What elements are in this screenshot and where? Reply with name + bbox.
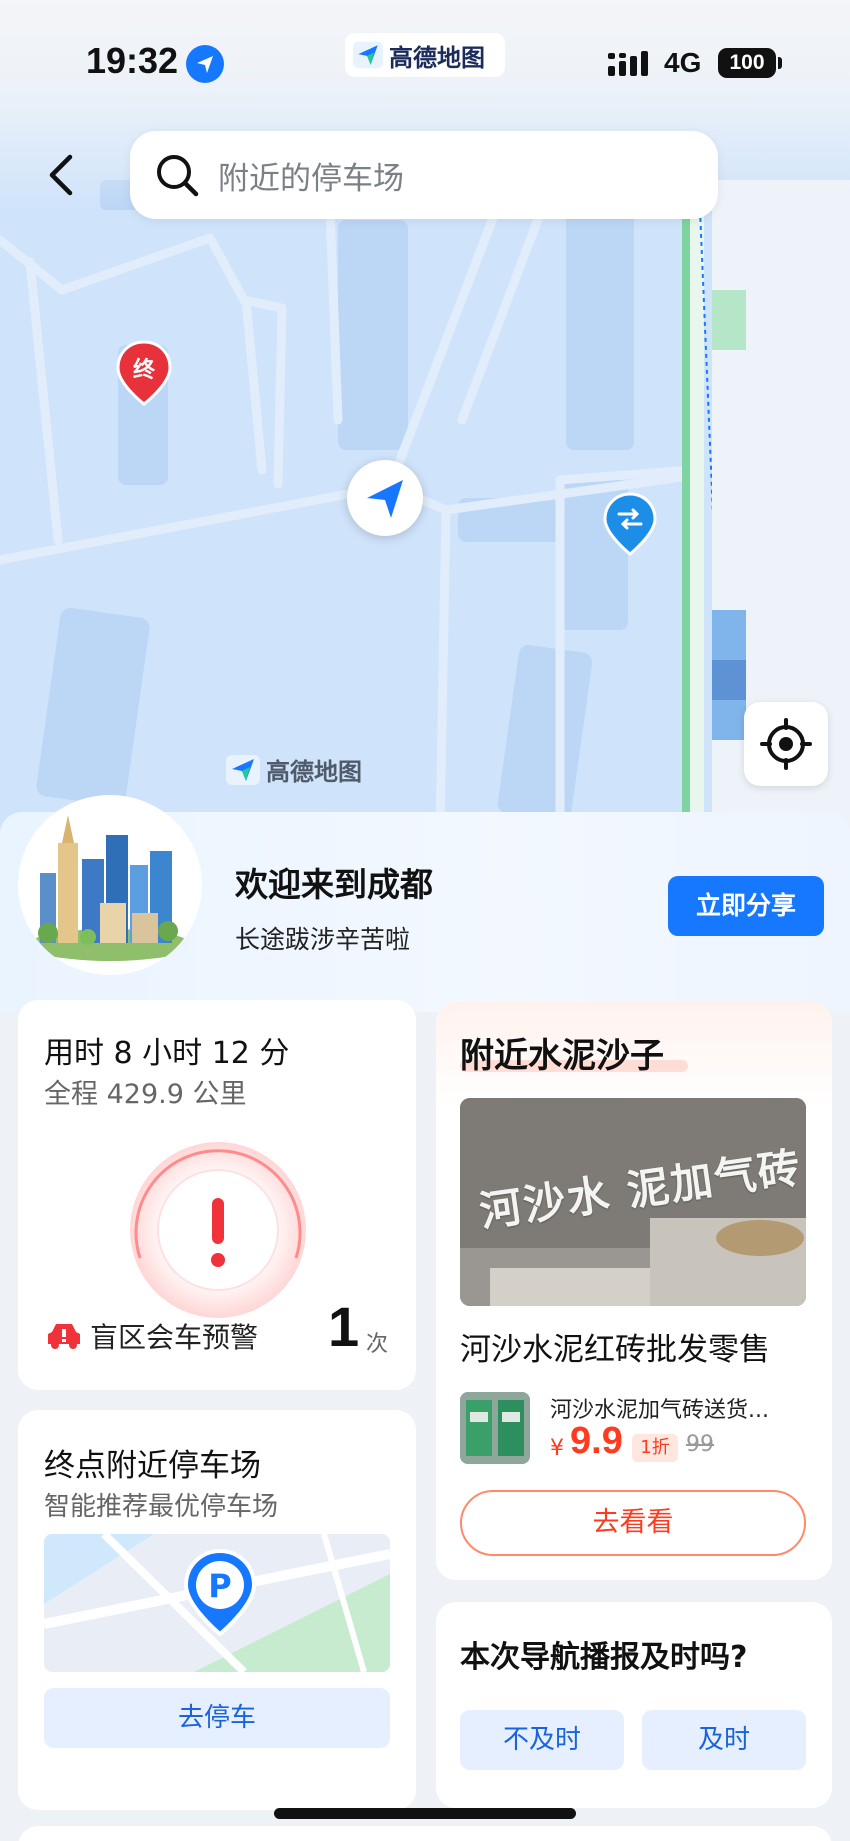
search-input[interactable]: 附近的停车场 — [130, 131, 718, 219]
nearby-ad-card[interactable]: 附近水泥沙子 河沙水 泥加气砖 河沙水泥红砖批发零售 河沙水泥加气砖送货... … — [436, 1002, 832, 1580]
discount-badge: 1折 — [632, 1434, 678, 1462]
parking-title: 终点附近停车场 — [44, 1448, 261, 1484]
next-card-peek — [18, 1826, 832, 1841]
battery-icon: 100 — [718, 48, 776, 78]
parking-card[interactable]: 终点附近停车场 智能推荐最优停车场 P 去停车 — [18, 1410, 416, 1810]
map-view[interactable]: 终 高德地图 — [0, 0, 850, 830]
current-location-marker — [347, 460, 423, 536]
locate-me-button[interactable] — [744, 702, 828, 786]
warning-count: 1 — [328, 1295, 360, 1358]
trip-duration: 用时 8 小时 12 分 — [44, 1036, 290, 1071]
cellular-signal-icon — [608, 51, 648, 76]
product-image — [460, 1392, 530, 1464]
app-indicator[interactable]: 高德地图 — [345, 33, 505, 77]
home-indicator[interactable] — [274, 1808, 576, 1819]
parking-map-thumbnail: P — [44, 1534, 390, 1672]
destination-pin[interactable]: 终 — [116, 340, 172, 406]
svg-text:P: P — [208, 1567, 231, 1605]
trip-distance: 全程 429.9 公里 — [44, 1079, 247, 1110]
search-placeholder: 附近的停车场 — [218, 160, 404, 197]
status-time: 19:32 — [86, 40, 179, 81]
go-parking-button[interactable]: 去停车 — [44, 1688, 390, 1748]
feedback-card: 本次导航播报及时吗? 不及时 及时 — [436, 1602, 832, 1808]
map-watermark: 高德地图 — [226, 752, 362, 787]
timely-button[interactable]: 及时 — [642, 1710, 806, 1770]
parking-subtitle: 智能推荐最优停车场 — [44, 1492, 279, 1522]
navigation-arrow-icon — [367, 480, 403, 518]
warning-dial-icon — [130, 1142, 306, 1318]
welcome-subtitle: 长途跋涉辛苦啦 — [235, 925, 411, 954]
ad-image[interactable]: 河沙水 泥加气砖 — [460, 1098, 806, 1306]
product-thumbnail[interactable] — [460, 1392, 530, 1464]
app-name: 高德地图 — [389, 43, 485, 72]
view-ad-button[interactable]: 去看看 — [460, 1490, 806, 1556]
original-price: 99 — [686, 1432, 714, 1457]
map-watermark-text: 高德地图 — [266, 758, 362, 786]
product-price: 9.9 — [570, 1420, 623, 1462]
amap-logo-icon — [226, 754, 260, 785]
chevron-left-icon — [49, 154, 73, 196]
battery-tip — [778, 57, 782, 69]
ad-title: 附近水泥沙子 — [460, 1036, 664, 1076]
back-button[interactable] — [40, 145, 86, 205]
currency-symbol: ¥ — [550, 1436, 564, 1461]
city-illustration — [18, 795, 202, 975]
parking-pin-icon: P — [183, 1548, 257, 1637]
metro-station-pin[interactable] — [603, 492, 657, 556]
destination-pin-label: 终 — [132, 358, 155, 383]
warning-unit: 次 — [366, 1332, 389, 1357]
welcome-title: 欢迎来到成都 — [235, 865, 433, 904]
metro-icon — [603, 492, 657, 556]
status-bar: 19:32 高德地图 4G 100 — [0, 0, 850, 120]
blind-spot-warning-label: 盲区会车预警 — [90, 1321, 259, 1354]
feedback-question: 本次导航播报及时吗? — [460, 1640, 748, 1675]
trip-summary-card[interactable]: 用时 8 小时 12 分 全程 429.9 公里 盲区会车预警 1 次 — [18, 1000, 416, 1390]
share-button[interactable]: 立即分享 — [668, 876, 824, 936]
location-services-icon — [186, 45, 224, 83]
search-icon — [157, 155, 199, 197]
network-type: 4G — [664, 47, 702, 78]
not-timely-button[interactable]: 不及时 — [460, 1710, 624, 1770]
amap-logo-icon — [353, 41, 383, 69]
car-warning-icon — [48, 1324, 80, 1349]
crosshair-icon — [760, 718, 812, 770]
city-skyline-icon — [28, 815, 192, 961]
ad-headline: 河沙水泥红砖批发零售 — [460, 1332, 770, 1368]
